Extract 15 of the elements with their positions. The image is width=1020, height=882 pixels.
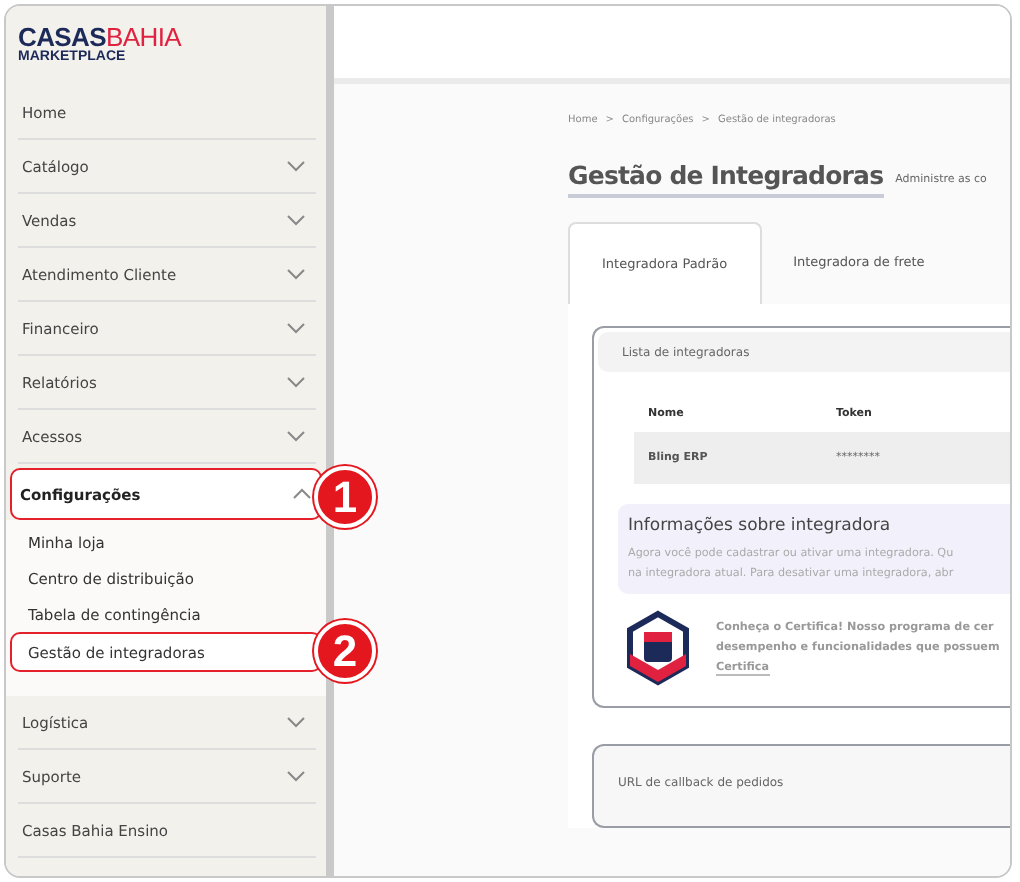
chevron-icon <box>286 376 306 388</box>
chevron-icon <box>286 770 306 782</box>
chevron-icon <box>286 430 306 442</box>
brand-logo: CASASBAHIA <box>18 26 182 50</box>
chevron-icon <box>286 214 306 226</box>
chevron-icon <box>286 268 306 280</box>
hexagon-badge-icon <box>624 610 692 686</box>
step-badge: 2 <box>314 620 376 682</box>
chevron-icon <box>286 716 306 728</box>
step-badge: 1 <box>314 466 376 528</box>
info-title: Informações sobre integradora <box>628 516 893 536</box>
chevron-icon <box>292 488 312 500</box>
chevron-icon <box>286 322 306 334</box>
page-title: Gestão de Integradoras <box>568 160 884 198</box>
chevron-icon <box>286 160 306 172</box>
